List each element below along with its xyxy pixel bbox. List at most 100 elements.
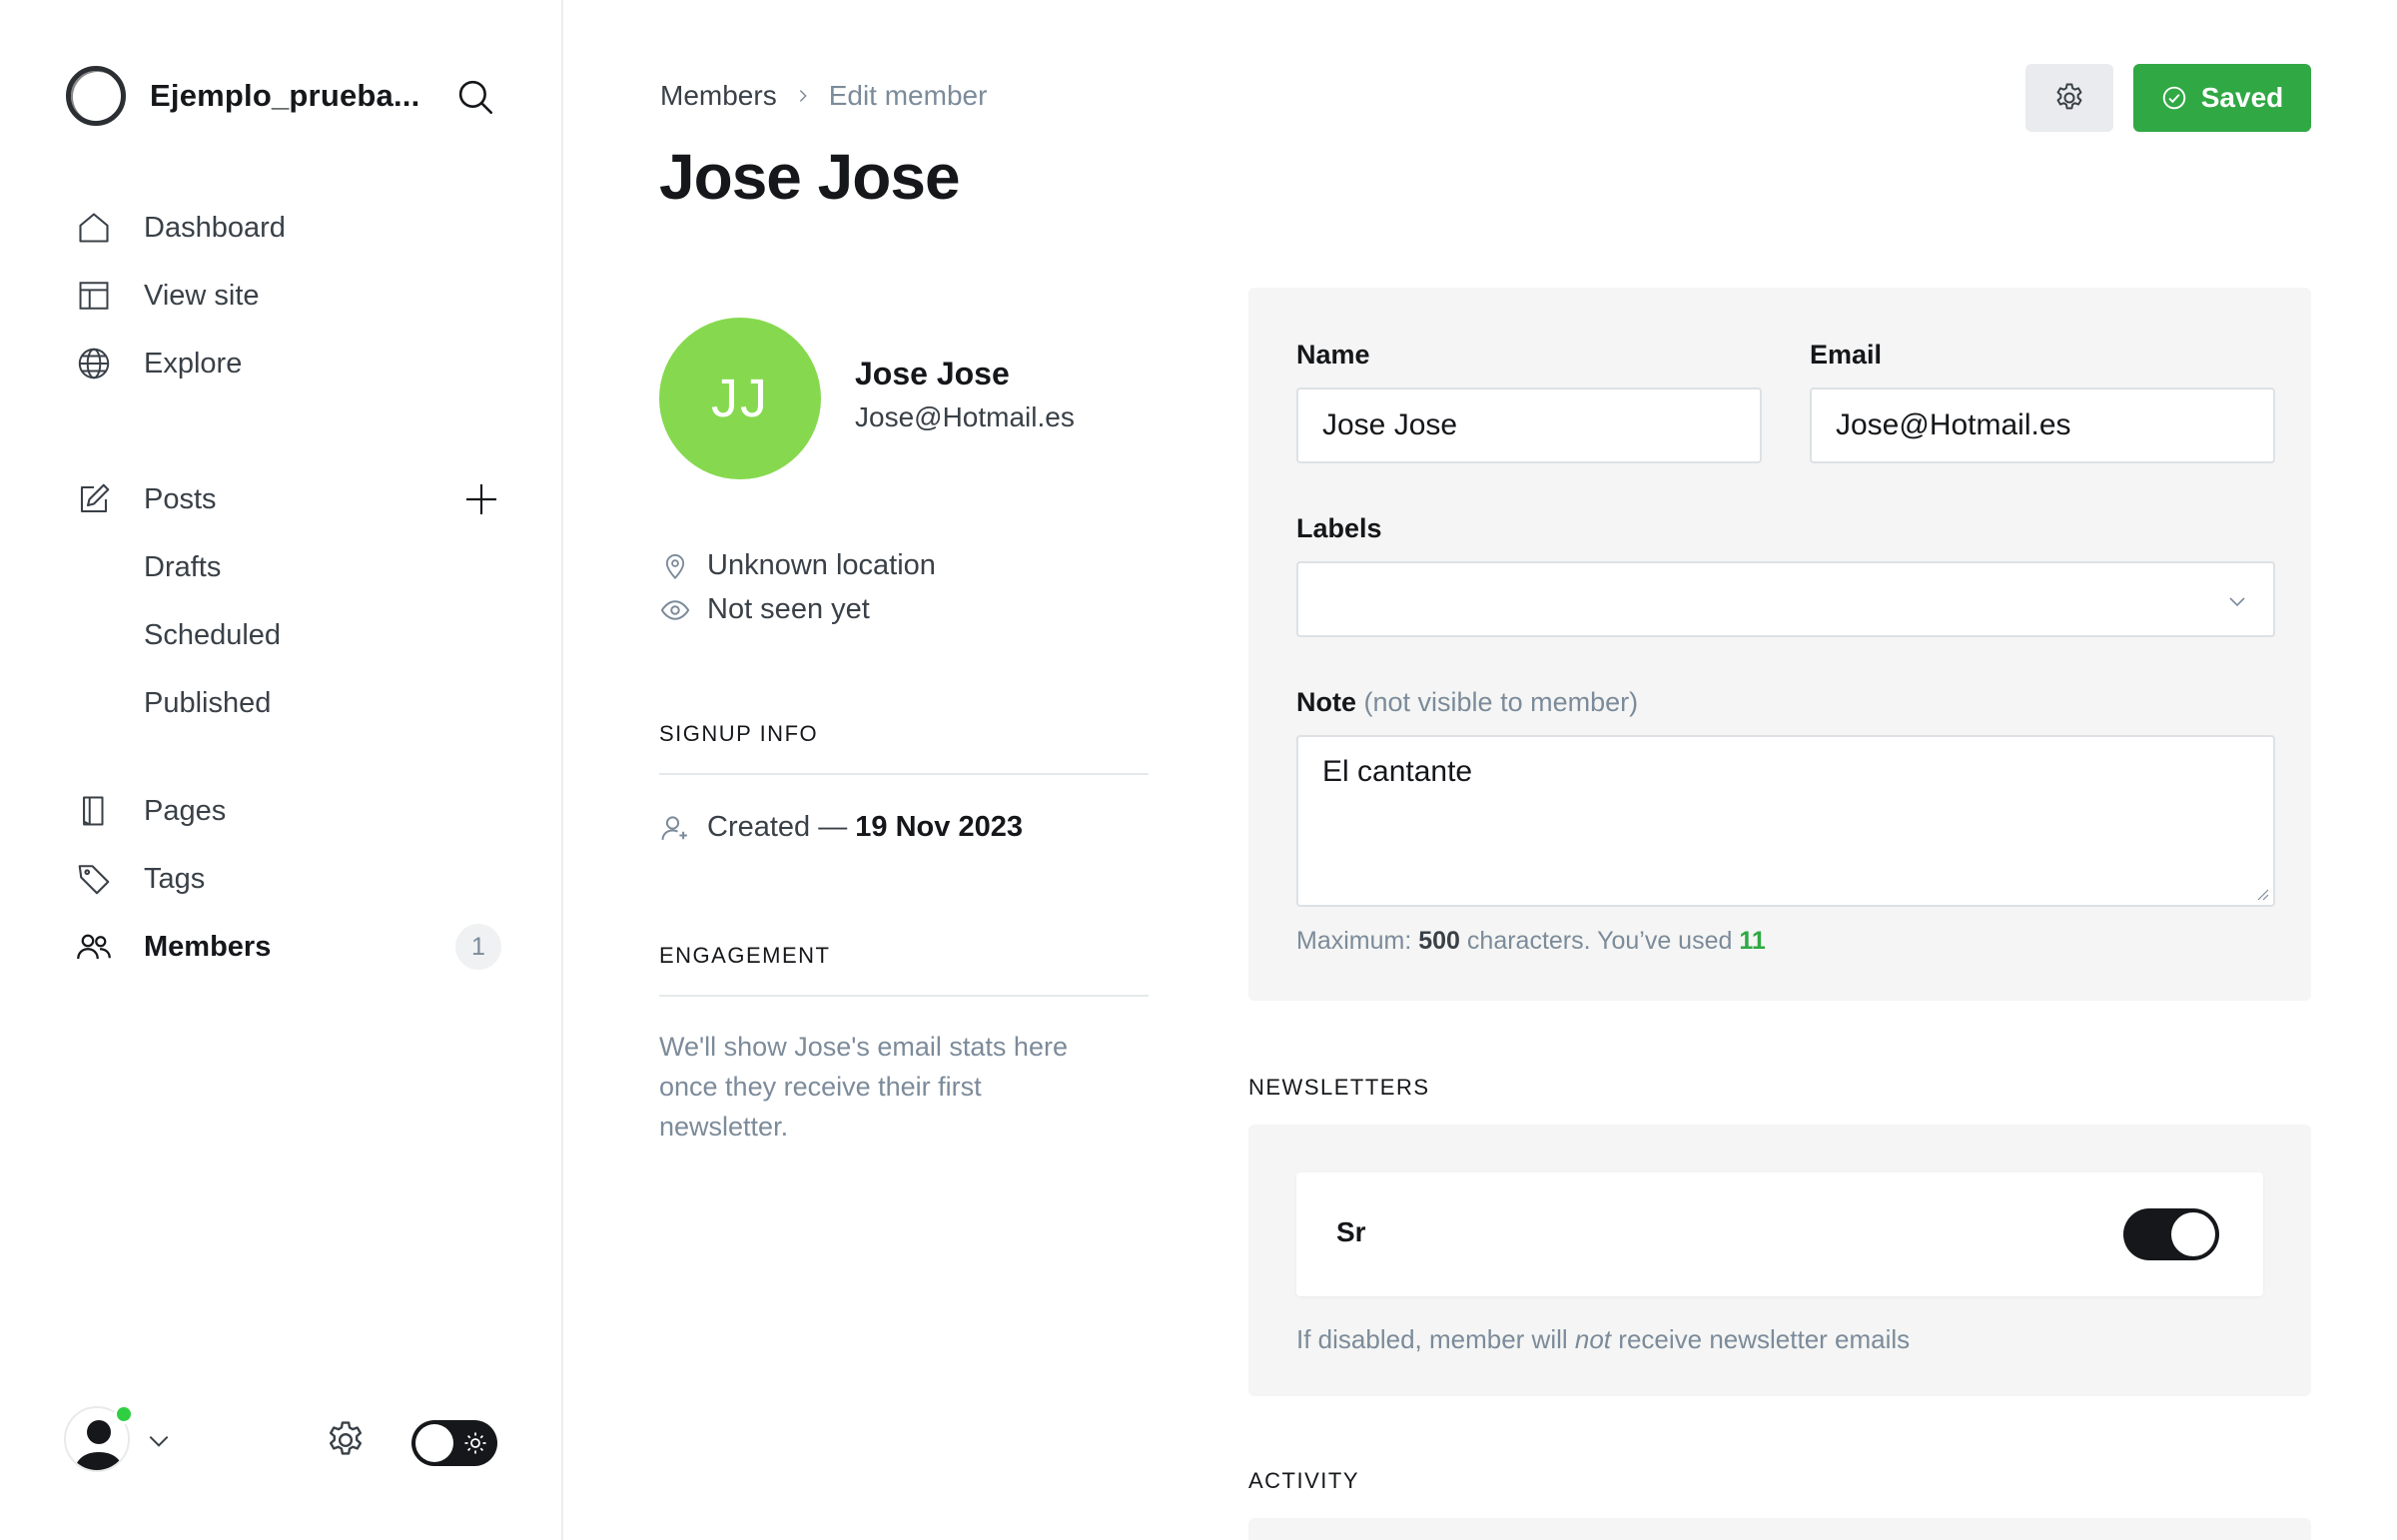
site-logo bbox=[66, 66, 126, 126]
nav-posts-item[interactable]: Posts bbox=[74, 465, 501, 533]
nav-main: Dashboard View site Explore bbox=[74, 194, 501, 397]
member-email: Jose@Hotmail.es bbox=[855, 401, 1075, 432]
nav-members[interactable]: Members 1 bbox=[74, 913, 501, 981]
nav-posts: Posts Drafts Scheduled Published bbox=[74, 465, 501, 737]
sidebar-footer bbox=[64, 1404, 503, 1476]
member-created-prefix: Created — bbox=[707, 811, 848, 843]
nav-explore[interactable]: Explore bbox=[74, 330, 501, 397]
gear-icon bbox=[2056, 83, 2082, 110]
member-last-seen: Not seen yet bbox=[659, 593, 870, 626]
engagement-divider bbox=[659, 995, 1149, 997]
breadcrumb-current: Edit member bbox=[828, 80, 988, 111]
email-label: Email bbox=[1810, 340, 1883, 370]
newsletter-help-em: not bbox=[1574, 1324, 1612, 1354]
char-count-middle: characters. You’ve used bbox=[1466, 927, 1733, 955]
note-textarea-value: El cantante bbox=[1322, 755, 1473, 788]
settings-button[interactable] bbox=[324, 1418, 368, 1462]
nav-drafts[interactable]: Drafts bbox=[74, 533, 501, 601]
member-created-date: 19 Nov 2023 bbox=[855, 811, 1023, 843]
labels-label: Labels bbox=[1296, 513, 1382, 543]
member-name: Jose Jose bbox=[855, 356, 1010, 391]
location-pin-icon bbox=[659, 550, 691, 582]
member-avatar: JJ bbox=[659, 318, 821, 479]
member-location-text: Unknown location bbox=[707, 549, 936, 581]
engagement-heading: ENGAGEMENT bbox=[659, 943, 831, 968]
nav-view-site[interactable]: View site bbox=[74, 262, 501, 330]
newsletters-panel: Sr If disabled, member will not receive … bbox=[1248, 1125, 2311, 1396]
nav-drafts-label: Drafts bbox=[144, 550, 222, 583]
labels-select[interactable] bbox=[1296, 561, 2275, 637]
activity-heading: ACTIVITY bbox=[1248, 1468, 1360, 1493]
chevron-down-icon bbox=[2229, 597, 2245, 607]
theme-toggle[interactable] bbox=[411, 1420, 497, 1466]
breadcrumb-members-link[interactable]: Members bbox=[660, 80, 777, 112]
search-button[interactable] bbox=[454, 76, 496, 118]
member-created: Created — 19 Nov 2023 bbox=[659, 811, 1023, 844]
nav-pages-label: Pages bbox=[144, 794, 227, 827]
member-location: Unknown location bbox=[659, 549, 936, 582]
newsletters-heading: NEWSLETTERS bbox=[1248, 1075, 1430, 1100]
user-add-icon bbox=[659, 812, 691, 844]
engagement-text: We'll show Jose's email stats here once … bbox=[659, 1032, 1068, 1142]
note-label: Note (not visible to member) bbox=[1296, 687, 1638, 718]
newsletter-name: Sr bbox=[1336, 1216, 1366, 1247]
nav-published[interactable]: Published bbox=[74, 669, 501, 737]
members-count-badge: 1 bbox=[455, 924, 501, 970]
email-input[interactable]: Jose@Hotmail.es bbox=[1810, 387, 2275, 463]
pen-icon bbox=[74, 479, 114, 519]
breadcrumb: Members Edit member bbox=[660, 80, 987, 112]
saved-button-label: Saved bbox=[2200, 82, 2284, 113]
name-input[interactable]: Jose Jose bbox=[1296, 387, 1762, 463]
new-post-button[interactable] bbox=[461, 479, 501, 519]
char-count-max: 500 bbox=[1418, 927, 1460, 955]
nav-scheduled-label: Scheduled bbox=[144, 618, 282, 651]
newsletter-help-after: receive newsletter emails bbox=[1618, 1324, 1911, 1354]
tag-icon bbox=[74, 859, 114, 899]
newsletter-item: Sr bbox=[1296, 1172, 2263, 1296]
nav-secondary: Pages Tags Members 1 bbox=[74, 777, 501, 981]
newsletter-help-before: If disabled, member will bbox=[1296, 1324, 1568, 1354]
layout-icon bbox=[74, 276, 114, 316]
note-textarea[interactable]: El cantante bbox=[1296, 735, 2275, 907]
site-brand[interactable]: Ejemplo_prueba... bbox=[66, 66, 419, 126]
newsletter-subscription-toggle[interactable] bbox=[2123, 1208, 2219, 1260]
nav-scheduled[interactable]: Scheduled bbox=[74, 601, 501, 669]
nav-dashboard[interactable]: Dashboard bbox=[74, 194, 501, 262]
plus-icon bbox=[466, 484, 496, 514]
home-icon bbox=[74, 208, 114, 248]
globe-icon bbox=[74, 344, 114, 384]
signup-divider bbox=[659, 773, 1149, 775]
signup-info-heading: SIGNUP INFO bbox=[659, 721, 819, 746]
member-actions-button[interactable] bbox=[2025, 64, 2113, 132]
sidebar: Ejemplo_prueba... Dashboard View site Ex… bbox=[0, 0, 563, 1540]
eye-icon bbox=[659, 594, 691, 626]
nav-published-label: Published bbox=[144, 686, 272, 719]
note-label-text: Note bbox=[1296, 687, 1356, 717]
saved-button[interactable]: Saved bbox=[2133, 64, 2311, 132]
nav-view-site-label: View site bbox=[144, 279, 260, 312]
nav-dashboard-label: Dashboard bbox=[144, 211, 286, 244]
resize-grip-icon[interactable] bbox=[2253, 885, 2269, 901]
chevron-down-icon bbox=[149, 1435, 169, 1447]
activity-panel bbox=[1248, 1518, 2311, 1540]
theme-toggle-knob bbox=[415, 1424, 453, 1462]
sun-icon bbox=[464, 1432, 486, 1454]
user-menu-chevron[interactable] bbox=[146, 1428, 172, 1454]
gear-icon bbox=[329, 1421, 363, 1455]
chevron-right-icon bbox=[799, 90, 807, 102]
nav-tags[interactable]: Tags bbox=[74, 845, 501, 913]
member-details-form: Name Jose Jose Email Jose@Hotmail.es Lab… bbox=[1248, 288, 2311, 1001]
nav-explore-label: Explore bbox=[144, 347, 243, 380]
member-last-seen-text: Not seen yet bbox=[707, 593, 870, 625]
newsletter-help-text: If disabled, member will not receive new… bbox=[1296, 1324, 1910, 1355]
main-content: Members Edit member Jose Jose Saved JJ J… bbox=[565, 0, 2397, 1540]
char-count-prefix: Maximum: bbox=[1296, 927, 1412, 955]
search-icon bbox=[458, 80, 493, 115]
check-circle-icon bbox=[2162, 86, 2186, 110]
nav-pages[interactable]: Pages bbox=[74, 777, 501, 845]
nav-posts-label: Posts bbox=[144, 482, 217, 515]
site-name: Ejemplo_prueba... bbox=[150, 78, 420, 113]
note-char-count: Maximum: 500 characters. You’ve used 11 bbox=[1296, 927, 1766, 956]
page-title: Jose Jose bbox=[659, 141, 961, 213]
toggle-knob bbox=[2171, 1212, 2215, 1256]
